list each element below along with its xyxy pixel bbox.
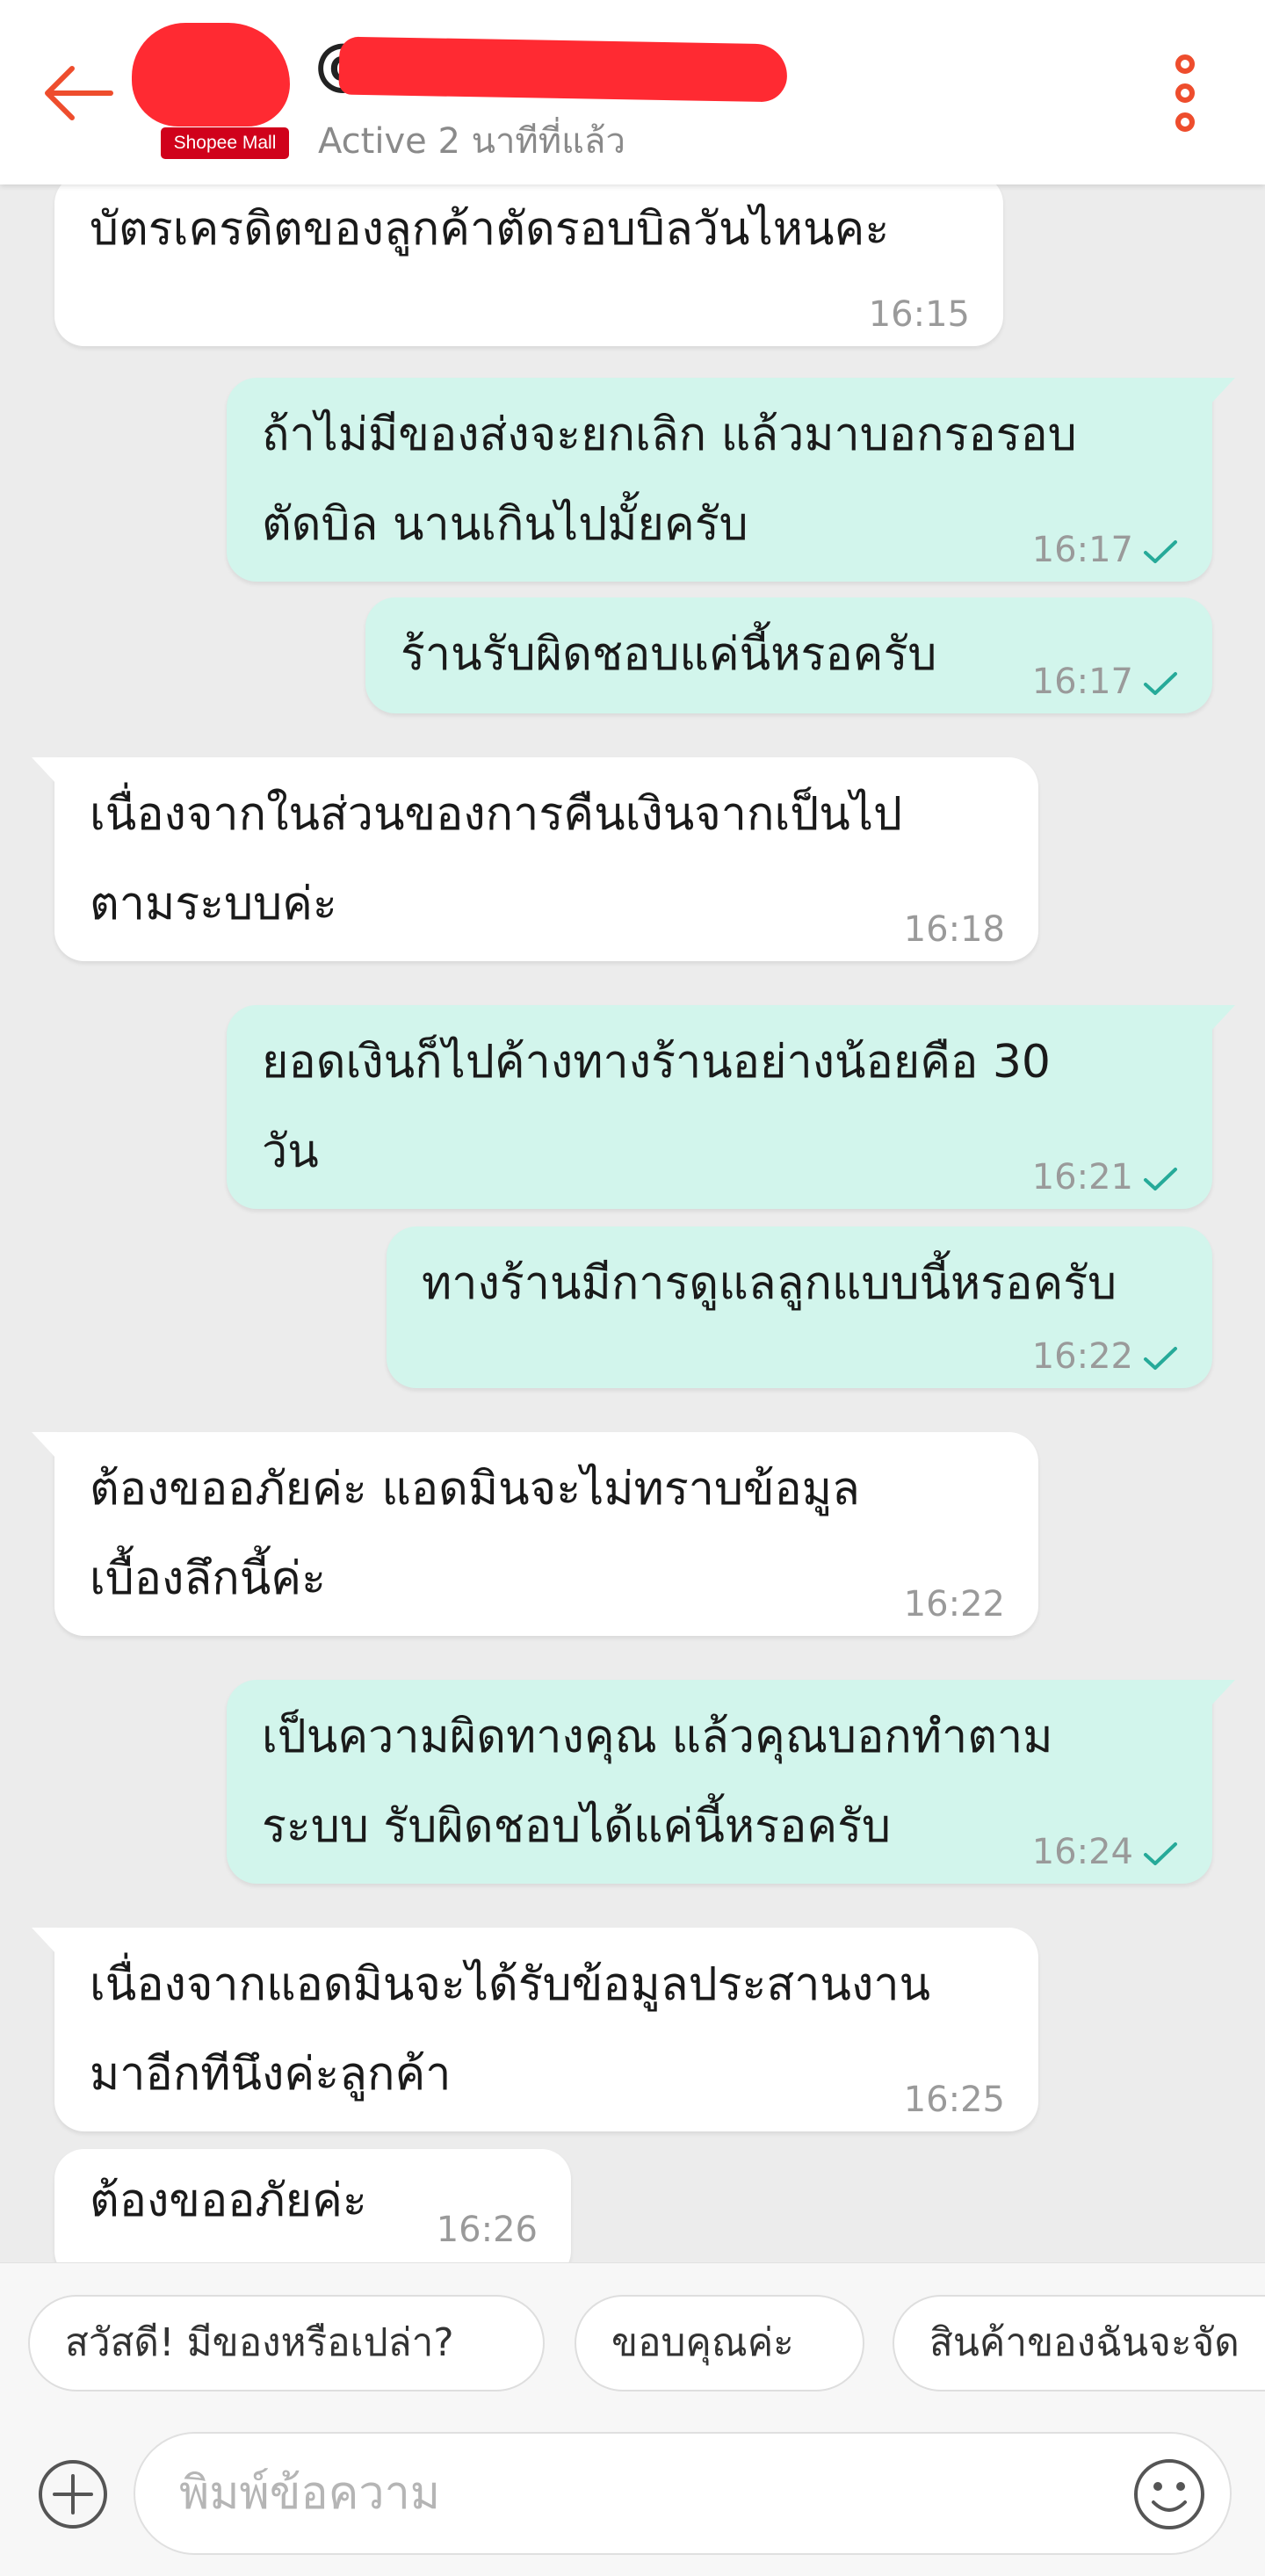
message-incoming[interactable]: บัตรเครดิตของลูกค้าตัดรอบบิลวันไหนคะ 16:… — [54, 185, 1003, 346]
more-vert-dot — [1175, 83, 1195, 103]
active-status: Active 2 นาทีที่แล้ว — [318, 121, 625, 162]
message-input[interactable]: พิมพ์ข้อความ — [134, 2432, 1232, 2555]
message-text: เนื่องจากในส่วนของการคืนเงินจากเป็นไป ตา… — [90, 788, 902, 930]
quick-reply-chip[interactable]: สวัสดี! มีของหรือเปล่า? — [28, 2295, 545, 2391]
message-outgoing[interactable]: ยอดเงินก็ไปค้างทางร้านอย่างน้อยคือ 30 วั… — [227, 1005, 1235, 1209]
message-composer: พิมพ์ข้อความ — [0, 2407, 1265, 2576]
read-check-icon — [1144, 672, 1177, 695]
quick-reply-chip[interactable]: ขอบคุณค่ะ — [575, 2295, 864, 2391]
add-attachment-button[interactable] — [37, 2458, 109, 2530]
message-time: 16:15 — [868, 294, 970, 335]
message-incoming[interactable]: ต้องขออภัยค่ะ แอดมินจะไม่ทราบข้อมูล เบื้… — [32, 1432, 1038, 1636]
message-meta: 16:22 — [1032, 1335, 1179, 1378]
message-outgoing[interactable]: เป็นความผิดทางคุณ แล้วคุณบอกทำตาม ระบบ ร… — [227, 1680, 1235, 1884]
message-meta: 16:17 — [1032, 661, 1179, 703]
message-outgoing[interactable]: ร้านรับผิดชอบแค่นี้หรอครับ 16:17 — [365, 597, 1212, 713]
message-outgoing[interactable]: ทางร้านมีการดูแลลูกแบบนี้หรอครับ 16:22 — [387, 1226, 1212, 1388]
message-time: 16:17 — [1031, 662, 1133, 702]
shop-name-area[interactable]: @ — [314, 30, 789, 103]
message-input-placeholder: พิมพ์ข้อความ — [179, 2467, 441, 2520]
message-text: ต้องขออภัยค่ะ แอดมินจะไม่ทราบข้อมูล เบื้… — [90, 1463, 860, 1605]
message-time: 16:24 — [1031, 1832, 1133, 1872]
emoji-icon — [1134, 2459, 1204, 2529]
message-time: 16:17 — [1031, 530, 1133, 570]
message-meta: 16:26 — [437, 2209, 538, 2251]
message-outgoing[interactable]: ถ้าไม่มีของส่งจะยกเลิก แล้วมาบอกรอรอบ ตั… — [227, 378, 1235, 582]
more-options-button[interactable] — [1161, 49, 1211, 137]
message-time: 16:22 — [903, 1584, 1005, 1624]
more-vert-dot — [1175, 112, 1195, 132]
message-list[interactable]: บัตรเครดิตของลูกค้าตัดรอบบิลวันไหนคะ 16:… — [0, 185, 1265, 2262]
emoji-button[interactable] — [1131, 2457, 1207, 2532]
message-meta: 16:18 — [904, 908, 1005, 951]
back-button[interactable] — [35, 49, 123, 137]
message-text: เนื่องจากแอดมินจะได้รับข้อมูลประสานงาน ม… — [90, 1958, 931, 2101]
message-text: ทางร้านมีการดูแลลูกแบบนี้หรอครับ — [422, 1257, 1117, 1310]
plus-icon — [39, 2460, 107, 2529]
message-meta: 16:25 — [904, 2079, 1005, 2121]
redaction-mark — [338, 36, 788, 103]
read-check-icon — [1144, 1347, 1177, 1370]
quick-reply-chip[interactable]: สินค้าของฉันจะจัด — [893, 2295, 1265, 2391]
back-arrow-icon — [45, 66, 113, 120]
shopee-mall-badge: Shopee Mall — [161, 127, 289, 159]
message-meta: 16:22 — [904, 1583, 1005, 1625]
read-check-icon — [1144, 1842, 1177, 1865]
message-time: 16:18 — [903, 909, 1005, 950]
chat-header: Shopee Mall @ Active 2 นาทีที่แล้ว — [0, 0, 1265, 185]
message-meta: 16:24 — [1032, 1831, 1179, 1873]
message-text: บัตรเครดิตของลูกค้าตัดรอบบิลวันไหนคะ — [90, 203, 890, 256]
read-check-icon — [1144, 1168, 1177, 1190]
message-meta: 16:21 — [1032, 1156, 1179, 1198]
message-incoming[interactable]: เนื่องจากแอดมินจะได้รับข้อมูลประสานงาน ม… — [32, 1928, 1038, 2131]
quick-reply-bar: สวัสดี! มีของหรือเปล่า? ขอบคุณค่ะ สินค้า… — [0, 2262, 1265, 2408]
message-time: 16:26 — [436, 2210, 538, 2250]
message-incoming[interactable]: เนื่องจากในส่วนของการคืนเงินจากเป็นไป ตา… — [32, 757, 1038, 961]
shop-avatar[interactable] — [132, 23, 290, 127]
more-vert-icon — [1175, 54, 1195, 74]
message-incoming[interactable]: ต้องขออภัยค่ะ 16:26 — [54, 2149, 571, 2262]
message-time: 16:22 — [1031, 1336, 1133, 1377]
message-time: 16:25 — [903, 2080, 1005, 2120]
message-time: 16:21 — [1031, 1157, 1133, 1198]
message-meta: 16:15 — [869, 293, 970, 336]
read-check-icon — [1144, 540, 1177, 563]
message-meta: 16:17 — [1032, 529, 1179, 571]
